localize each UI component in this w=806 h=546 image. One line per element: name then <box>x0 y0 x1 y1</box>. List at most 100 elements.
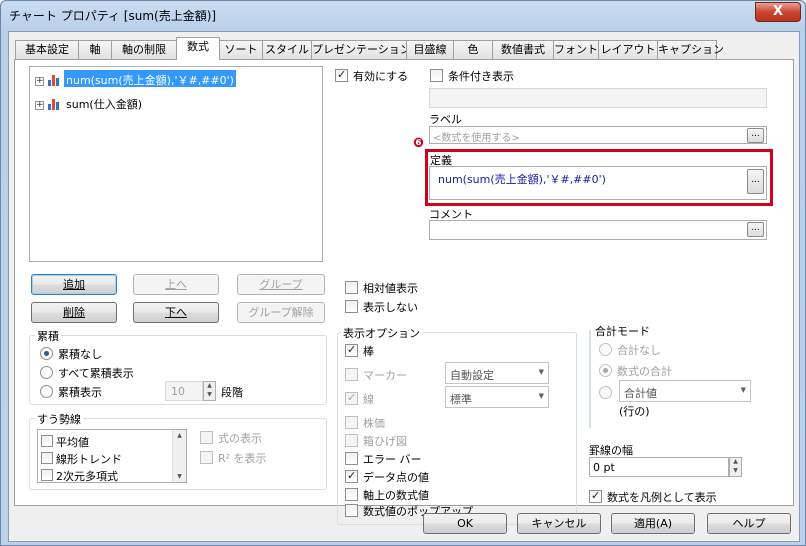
tree-expand-icon[interactable]: + <box>35 77 44 86</box>
add-button[interactable]: 追加 <box>31 274 117 295</box>
show-r2-label: R² を表示 <box>218 452 267 465</box>
tab-font[interactable]: フォント <box>553 40 599 59</box>
definition-edit-button[interactable]: ... <box>747 169 764 194</box>
comment-edit-button[interactable]: ... <box>747 222 764 237</box>
comment-input[interactable] <box>429 220 767 240</box>
delete-button[interactable]: 削除 <box>31 302 117 323</box>
tab-sort[interactable]: ソート <box>219 40 263 59</box>
bar-chart-icon <box>48 98 62 110</box>
marker-select[interactable]: 自動設定 <box>445 362 549 384</box>
tab-axis-limits[interactable]: 軸の制限 <box>111 40 177 59</box>
tab-axis[interactable]: 軸 <box>78 40 112 59</box>
step-marker: ❻ <box>413 136 425 151</box>
help-button[interactable]: ヘルプ <box>707 513 791 534</box>
tab-caption[interactable]: キャプション <box>657 40 724 59</box>
border-width-input[interactable]: 0 pt <box>589 457 729 477</box>
values-on-data-checkbox[interactable] <box>345 469 358 483</box>
expression-tree[interactable]: + num(sum(売上金額),'￥#,##0') + sum(仕入金額) <box>29 66 323 262</box>
trendline-checkbox[interactable] <box>41 469 53 481</box>
dialog-window: チャート プロパティ [sum(売上金額)] X 基本設定 軸 軸の制限 数式 … <box>0 0 806 546</box>
tab-expressions[interactable]: 数式 <box>176 37 220 60</box>
invisible-checkbox[interactable] <box>345 300 358 313</box>
conditional-label: 条件付き表示 <box>448 70 514 83</box>
expression-item-selected[interactable]: num(sum(売上金額),'￥#,##0') <box>64 70 236 87</box>
conditional-checkbox[interactable] <box>430 69 443 82</box>
relative-label: 相対値表示 <box>363 282 418 295</box>
text-on-axis-checkbox[interactable] <box>345 488 358 501</box>
error-bar-checkbox[interactable] <box>345 452 358 465</box>
marker-checkbox[interactable] <box>345 368 358 381</box>
popup-checkbox[interactable] <box>345 504 358 517</box>
definition-input[interactable]: num(sum(売上金額),'￥#,##0') <box>429 166 767 200</box>
trendline-checkbox[interactable] <box>41 452 53 464</box>
no-accumulation-radio[interactable] <box>40 347 53 360</box>
tab-colors[interactable]: 色 <box>453 40 493 59</box>
accumulate-steps-radio[interactable] <box>40 385 53 398</box>
spin-down-icon: ▼ <box>207 391 212 398</box>
tab-gridlines[interactable]: 目盛線 <box>406 40 454 59</box>
close-button[interactable]: X <box>755 2 801 22</box>
values-on-data-label: データ点の値 <box>363 471 429 484</box>
accumulate-steps-label: 累積表示 <box>58 386 102 399</box>
tab-number[interactable]: 数値書式 <box>492 40 554 59</box>
steps-input[interactable]: 10 <box>165 381 203 401</box>
steps-label: 段階 <box>221 386 243 399</box>
apply-button[interactable]: 適用(A) <box>611 513 695 534</box>
line-checkbox[interactable] <box>345 391 358 405</box>
border-width-spinner[interactable]: ▲ ▼ <box>729 457 742 477</box>
tab-layout[interactable]: レイアウト <box>598 40 658 59</box>
spin-down-icon: ▼ <box>733 467 738 474</box>
expression-item[interactable]: sum(仕入金額) <box>66 96 142 112</box>
expression-total-label: 数式の合計 <box>617 365 672 378</box>
scroll-up-icon: ▲ <box>177 432 182 439</box>
condition-input[interactable] <box>429 88 767 108</box>
trendline-label: 2次元多項式 <box>56 470 118 483</box>
label-edit-button[interactable]: ... <box>747 128 764 143</box>
window-title: チャート プロパティ [sum(売上金額)] <box>9 9 217 23</box>
show-r2-checkbox[interactable] <box>200 451 213 464</box>
up-button[interactable]: 上へ <box>133 274 219 295</box>
full-accumulation-radio[interactable] <box>40 366 53 379</box>
ok-button[interactable]: OK <box>423 513 507 534</box>
accumulation-title: 累積 <box>35 328 61 344</box>
steps-spinner[interactable]: ▲ ▼ <box>203 381 216 401</box>
tab-style[interactable]: スタイル <box>262 40 312 59</box>
spin-up-icon: ▲ <box>733 458 738 465</box>
invisible-label: 表示しない <box>363 301 418 314</box>
trendline-label: 線形トレンド <box>56 453 122 466</box>
bar-checkbox[interactable] <box>345 343 358 357</box>
bar-chart-icon <box>48 74 62 86</box>
stock-checkbox[interactable] <box>345 416 358 429</box>
label-input[interactable]: <数式を使用する> <box>429 126 767 144</box>
tab-basic[interactable]: 基本設定 <box>15 40 79 59</box>
error-bar-label: エラー バー <box>363 453 422 466</box>
trendlines-scrollbar[interactable]: ▲ ▼ <box>172 430 186 482</box>
label-title: ラベル <box>429 113 462 126</box>
enable-checkbox[interactable] <box>335 68 348 82</box>
trendlines-list[interactable]: 平均値 線形トレンド 2次元多項式 ▲ ▼ <box>37 429 187 483</box>
trendline-checkbox[interactable] <box>41 435 53 447</box>
relative-checkbox[interactable] <box>345 281 358 294</box>
line-select[interactable]: 標準 <box>445 386 549 408</box>
expression-total-radio[interactable] <box>599 364 612 377</box>
use-as-legend-label: 数式を凡例として表示 <box>607 491 717 504</box>
box-plot-label: 箱ひげ図 <box>363 435 407 448</box>
of-rows-label: (行の) <box>619 405 650 418</box>
show-equation-checkbox[interactable] <box>200 431 213 444</box>
ungroup-button[interactable]: グループ解除 <box>237 302 325 323</box>
box-plot-checkbox[interactable] <box>345 434 358 447</box>
total-function-select[interactable]: 合計値 <box>619 380 751 402</box>
down-button[interactable]: 下へ <box>133 302 219 323</box>
use-as-legend-checkbox[interactable] <box>589 489 602 503</box>
total-value-radio[interactable] <box>599 386 612 399</box>
dialog-client: 基本設定 軸 軸の制限 数式 ソート スタイル プレゼンテーション 目盛線 色 … <box>8 31 800 542</box>
scroll-down-icon: ▼ <box>177 473 182 480</box>
group-button[interactable]: グループ <box>237 274 325 295</box>
full-accumulation-label: すべて累積表示 <box>58 367 134 380</box>
total-mode-group <box>589 330 591 428</box>
stock-label: 株価 <box>363 417 385 430</box>
no-totals-radio[interactable] <box>599 343 612 356</box>
tab-presentation[interactable]: プレゼンテーション <box>311 40 411 59</box>
tree-expand-icon[interactable]: + <box>35 101 44 110</box>
cancel-button[interactable]: キャンセル <box>517 513 601 534</box>
